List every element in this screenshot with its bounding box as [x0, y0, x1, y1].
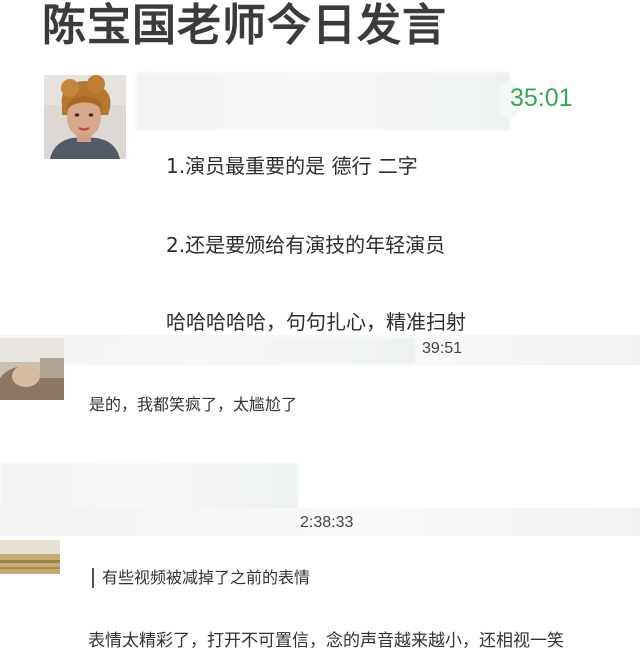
message-line-2: 2.还是要颁给有演技的年轻演员	[166, 233, 446, 257]
reply-text: 是的，我都笑疯了，太尴尬了	[89, 395, 298, 414]
reply-time: 39:51	[422, 340, 463, 357]
reply-avatar-photo-icon	[0, 338, 64, 400]
reply-avatar[interactable]	[0, 338, 64, 400]
quoted-message: 有些视频被减掉了之前的表情	[92, 568, 310, 588]
reply-avatar-photo-icon	[0, 540, 60, 574]
blurred-reply-username	[10, 338, 415, 364]
avatar-portrait-icon	[44, 75, 126, 159]
blurred-reply-username	[0, 463, 298, 511]
message-line-1: 1.演员最重要的是 德行 二字	[166, 154, 418, 178]
message-line-3: 哈哈哈哈哈，句句扎心，精准扫射	[166, 310, 466, 334]
blurred-username	[136, 72, 510, 130]
reply-avatar[interactable]	[0, 540, 60, 574]
article-title: 陈宝国老师今日发言	[42, 0, 447, 51]
reply-time: 2:38:33	[300, 514, 354, 531]
reply-text: 表情太精彩了，打开不可置信，念的声音越来越小，还相视一笑	[88, 631, 564, 651]
message-time: 35:01	[510, 84, 573, 112]
avatar[interactable]	[44, 75, 126, 159]
